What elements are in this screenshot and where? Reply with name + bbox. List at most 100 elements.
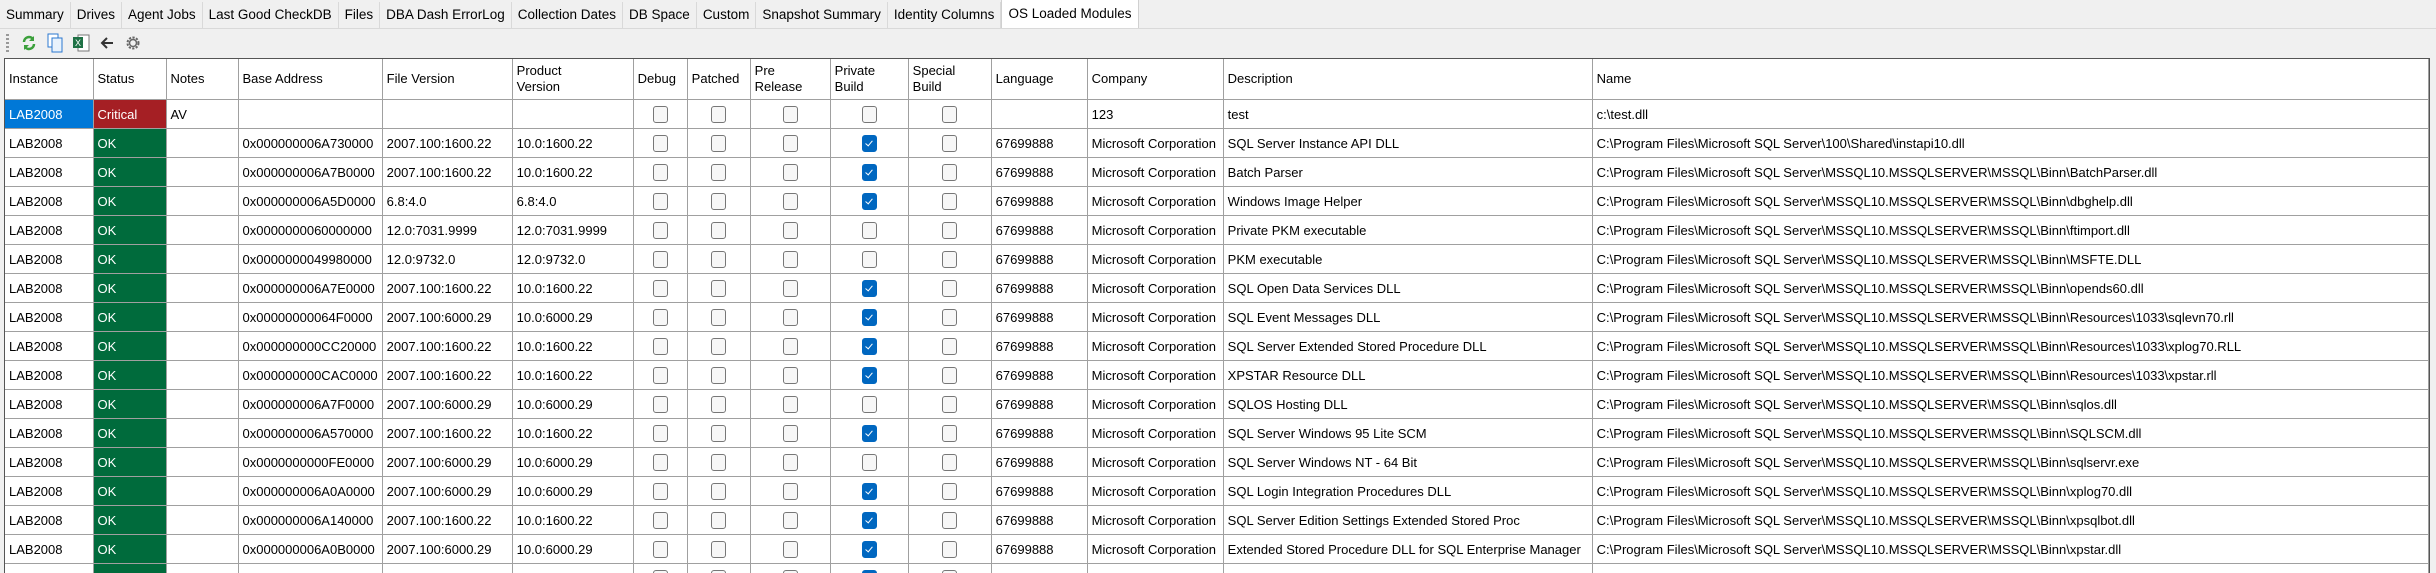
- private-checkbox[interactable]: [862, 425, 877, 442]
- special-checkbox[interactable]: [942, 541, 957, 558]
- column-header-instance[interactable]: Instance: [5, 59, 93, 100]
- debug-checkbox[interactable]: [653, 135, 668, 152]
- column-header-debug[interactable]: Debug: [633, 59, 687, 100]
- patched-checkbox[interactable]: [711, 106, 726, 123]
- private-checkbox[interactable]: [862, 309, 877, 326]
- table-row[interactable]: LAB2008OK0x000000004998000012.0:9732.012…: [5, 245, 2428, 274]
- debug-checkbox[interactable]: [653, 396, 668, 413]
- debug-checkbox[interactable]: [653, 541, 668, 558]
- debug-checkbox[interactable]: [653, 483, 668, 500]
- os-loaded-modules-grid[interactable]: InstanceStatusNotesBase AddressFile Vers…: [4, 58, 2430, 573]
- prerelease-checkbox[interactable]: [783, 280, 798, 297]
- debug-checkbox[interactable]: [653, 280, 668, 297]
- tab-os-loaded-modules[interactable]: OS Loaded Modules: [1001, 0, 1138, 28]
- special-checkbox[interactable]: [942, 164, 957, 181]
- refresh-icon[interactable]: [19, 32, 39, 54]
- patched-checkbox[interactable]: [711, 193, 726, 210]
- column-header-notes[interactable]: Notes: [166, 59, 238, 100]
- prerelease-checkbox[interactable]: [783, 425, 798, 442]
- column-header-language[interactable]: Language: [991, 59, 1087, 100]
- private-checkbox[interactable]: [862, 280, 877, 297]
- table-row[interactable]: LAB2008OK0x000000006A0B00002007.100:6000…: [5, 535, 2428, 564]
- settings-gear-icon[interactable]: [123, 32, 143, 54]
- column-header-private-build[interactable]: PrivateBuild: [830, 59, 908, 100]
- tab-db-space[interactable]: DB Space: [623, 2, 697, 28]
- column-header-product-version[interactable]: ProductVersion: [512, 59, 633, 100]
- private-checkbox[interactable]: [862, 338, 877, 355]
- tab-collection-dates[interactable]: Collection Dates: [512, 2, 623, 28]
- table-row[interactable]: LAB2008OK0x00000000064F00002007.100:6000…: [5, 303, 2428, 332]
- special-checkbox[interactable]: [942, 425, 957, 442]
- private-checkbox[interactable]: [862, 396, 877, 413]
- special-checkbox[interactable]: [942, 338, 957, 355]
- private-checkbox[interactable]: [862, 222, 877, 239]
- special-checkbox[interactable]: [942, 512, 957, 529]
- column-header-patched[interactable]: Patched: [687, 59, 750, 100]
- debug-checkbox[interactable]: [653, 512, 668, 529]
- prerelease-checkbox[interactable]: [783, 541, 798, 558]
- table-row[interactable]: LAB2008OK0x000000006A5700002007.100:1600…: [5, 419, 2428, 448]
- column-header-status[interactable]: Status: [93, 59, 166, 100]
- special-checkbox[interactable]: [942, 309, 957, 326]
- private-checkbox[interactable]: [862, 251, 877, 268]
- prerelease-checkbox[interactable]: [783, 164, 798, 181]
- patched-checkbox[interactable]: [711, 483, 726, 500]
- table-row[interactable]: LAB2008OK0x000000000CC200002007.100:1600…: [5, 332, 2428, 361]
- debug-checkbox[interactable]: [653, 367, 668, 384]
- table-row[interactable]: LAB2008OK0x000000006A1400002007.100:1600…: [5, 506, 2428, 535]
- column-header-base-address[interactable]: Base Address: [238, 59, 382, 100]
- table-row[interactable]: LAB2008OK0x000000006A7B00002007.100:1600…: [5, 158, 2428, 187]
- patched-checkbox[interactable]: [711, 251, 726, 268]
- patched-checkbox[interactable]: [711, 338, 726, 355]
- patched-checkbox[interactable]: [711, 512, 726, 529]
- prerelease-checkbox[interactable]: [783, 193, 798, 210]
- patched-checkbox[interactable]: [711, 396, 726, 413]
- tab-identity-columns[interactable]: Identity Columns: [888, 2, 1002, 28]
- private-checkbox[interactable]: [862, 570, 877, 573]
- table-row[interactable]: LAB2008OK0x000000006A5D00006.8:4.06.8:4.…: [5, 187, 2428, 216]
- column-header-file-version[interactable]: File Version: [382, 59, 512, 100]
- table-row[interactable]: LAB2008OK0x000000000CAC00002007.100:1600…: [5, 361, 2428, 390]
- special-checkbox[interactable]: [942, 367, 957, 384]
- debug-checkbox[interactable]: [653, 193, 668, 210]
- patched-checkbox[interactable]: [711, 541, 726, 558]
- toolbar-grip[interactable]: [6, 34, 9, 52]
- prerelease-checkbox[interactable]: [783, 454, 798, 471]
- patched-checkbox[interactable]: [711, 164, 726, 181]
- prerelease-checkbox[interactable]: [783, 251, 798, 268]
- special-checkbox[interactable]: [942, 396, 957, 413]
- debug-checkbox[interactable]: [653, 106, 668, 123]
- prerelease-checkbox[interactable]: [783, 367, 798, 384]
- debug-checkbox[interactable]: [653, 222, 668, 239]
- private-checkbox[interactable]: [862, 106, 877, 123]
- patched-checkbox[interactable]: [711, 425, 726, 442]
- tab-drives[interactable]: Drives: [71, 2, 122, 28]
- debug-checkbox[interactable]: [653, 454, 668, 471]
- debug-checkbox[interactable]: [653, 425, 668, 442]
- special-checkbox[interactable]: [942, 135, 957, 152]
- patched-checkbox[interactable]: [711, 135, 726, 152]
- prerelease-checkbox[interactable]: [783, 309, 798, 326]
- tab-dba-dash-errorlog[interactable]: DBA Dash ErrorLog: [380, 2, 512, 28]
- tab-agent-jobs[interactable]: Agent Jobs: [122, 2, 203, 28]
- debug-checkbox[interactable]: [653, 251, 668, 268]
- patched-checkbox[interactable]: [711, 367, 726, 384]
- table-row[interactable]: LAB2008OK0x0000000000FE00002007.100:6000…: [5, 448, 2428, 477]
- tab-snapshot-summary[interactable]: Snapshot Summary: [756, 2, 888, 28]
- tab-summary[interactable]: Summary: [0, 2, 71, 28]
- tab-last-good-checkdb[interactable]: Last Good CheckDB: [203, 2, 339, 28]
- debug-checkbox[interactable]: [653, 164, 668, 181]
- private-checkbox[interactable]: [862, 454, 877, 471]
- table-row[interactable]: LAB2008OK0x000000006A7F00002007.100:6000…: [5, 390, 2428, 419]
- special-checkbox[interactable]: [942, 483, 957, 500]
- special-checkbox[interactable]: [942, 222, 957, 239]
- prerelease-checkbox[interactable]: [783, 483, 798, 500]
- special-checkbox[interactable]: [942, 454, 957, 471]
- back-arrow-icon[interactable]: [97, 32, 117, 54]
- tab-files[interactable]: Files: [339, 2, 381, 28]
- table-row[interactable]: LAB2008OK0x000000006A0A00002007.100:6000…: [5, 477, 2428, 506]
- patched-checkbox[interactable]: [711, 454, 726, 471]
- column-header-pre-release[interactable]: PreRelease: [750, 59, 830, 100]
- patched-checkbox[interactable]: [711, 280, 726, 297]
- debug-checkbox[interactable]: [653, 338, 668, 355]
